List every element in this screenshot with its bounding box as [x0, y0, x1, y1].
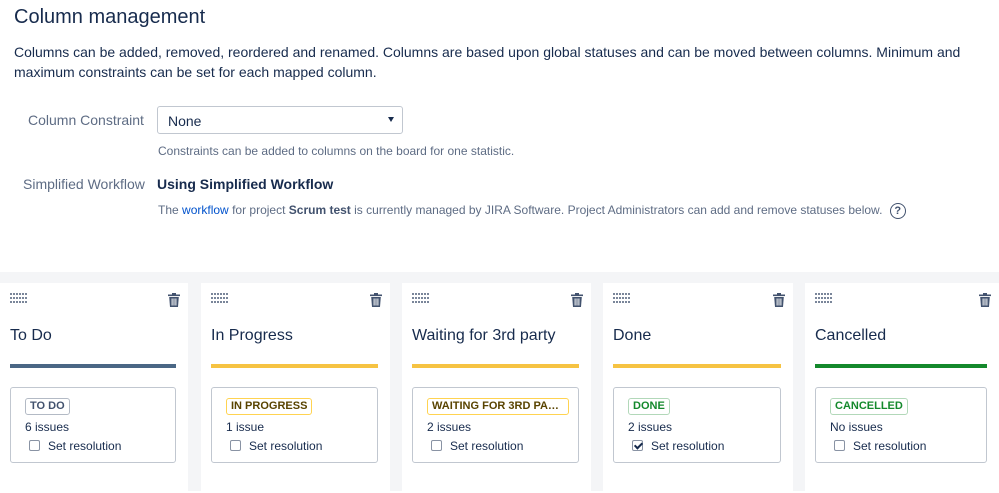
workflow-help-text: The workflow for project Scrum test is c…	[158, 203, 906, 219]
board-column[interactable]: To Do TO DO 6 issues Set resolution	[0, 283, 188, 493]
simplified-workflow-value: Using Simplified Workflow	[157, 176, 334, 192]
set-resolution-label: Set resolution	[651, 439, 725, 453]
status-card[interactable]: TO DO 6 issues Set resolution	[10, 387, 176, 463]
simplified-workflow-label: Simplified Workflow	[23, 176, 145, 192]
set-resolution-label: Set resolution	[853, 439, 927, 453]
set-resolution-checkbox[interactable]	[29, 440, 40, 451]
status-lozenge: WAITING FOR 3RD PARTY	[427, 398, 569, 415]
set-resolution-option[interactable]: Set resolution	[230, 439, 322, 453]
trash-icon[interactable]	[773, 293, 785, 307]
drag-handle-icon[interactable]	[412, 293, 430, 303]
workflow-help-mid: for project	[232, 203, 286, 218]
constraint-help-text: Constraints can be added to columns on t…	[158, 144, 515, 158]
set-resolution-option[interactable]: Set resolution	[29, 439, 121, 453]
board-column[interactable]: Waiting for 3rd party WAITING FOR 3RD PA…	[402, 283, 591, 493]
set-resolution-label: Set resolution	[249, 439, 323, 453]
board-column[interactable]: Done DONE 2 issues Set resolution	[603, 283, 793, 493]
drag-handle-icon[interactable]	[815, 293, 833, 303]
board-column[interactable]: Cancelled CANCELLED No issues Set resolu…	[805, 283, 999, 493]
column-name[interactable]: In Progress	[211, 327, 293, 345]
status-lozenge: IN PROGRESS	[226, 398, 313, 415]
drag-handle-icon[interactable]	[613, 293, 631, 303]
trash-icon[interactable]	[571, 293, 583, 307]
issue-count: No issues	[830, 420, 883, 434]
column-constraint-label: Column Constraint	[28, 112, 144, 128]
column-constraint-value: None	[168, 113, 202, 129]
column-color-bar	[412, 364, 579, 368]
set-resolution-checkbox[interactable]	[632, 440, 643, 451]
board-column[interactable]: In Progress IN PROGRESS 1 issue Set reso…	[201, 283, 390, 493]
question-circle-icon[interactable]: ?	[889, 203, 906, 219]
column-constraint-select[interactable]: None	[157, 106, 403, 134]
set-resolution-checkbox[interactable]	[230, 440, 241, 451]
issue-count: 6 issues	[25, 420, 70, 434]
status-lozenge: DONE	[628, 398, 670, 415]
column-name[interactable]: Cancelled	[815, 327, 886, 345]
issue-count: 2 issues	[427, 420, 472, 434]
issue-count: 2 issues	[628, 420, 673, 434]
trash-icon[interactable]	[168, 293, 180, 307]
column-color-bar	[211, 364, 378, 368]
column-color-bar	[815, 364, 987, 368]
drag-handle-icon[interactable]	[10, 293, 28, 303]
workflow-help-suffix: is currently managed by JIRA Software. P…	[354, 203, 883, 218]
set-resolution-checkbox[interactable]	[834, 440, 845, 451]
status-card[interactable]: CANCELLED No issues Set resolution	[815, 387, 987, 463]
page-title: Column management	[14, 6, 206, 28]
chevron-down-icon	[388, 117, 394, 122]
status-card[interactable]: WAITING FOR 3RD PARTY 2 issues Set resol…	[412, 387, 579, 463]
workflow-help-prefix: The	[158, 203, 179, 218]
column-color-bar	[10, 364, 176, 368]
set-resolution-option[interactable]: Set resolution	[632, 439, 724, 453]
project-name: Scrum test	[288, 203, 351, 218]
set-resolution-label: Set resolution	[450, 439, 524, 453]
set-resolution-label: Set resolution	[48, 439, 122, 453]
status-lozenge: CANCELLED	[830, 398, 908, 415]
intro-text: Columns can be added, removed, reordered…	[14, 44, 961, 80]
set-resolution-option[interactable]: Set resolution	[431, 439, 523, 453]
issue-count: 1 issue	[226, 420, 265, 434]
drag-handle-icon[interactable]	[211, 293, 229, 303]
column-name[interactable]: To Do	[10, 327, 52, 345]
column-board: To Do TO DO 6 issues Set resolution In P…	[0, 272, 999, 493]
status-card[interactable]: DONE 2 issues Set resolution	[613, 387, 781, 463]
column-color-bar	[613, 364, 781, 368]
trash-icon[interactable]	[370, 293, 382, 307]
set-resolution-option[interactable]: Set resolution	[834, 439, 926, 453]
column-name[interactable]: Waiting for 3rd party	[412, 327, 555, 345]
workflow-link[interactable]: workflow	[182, 203, 229, 217]
column-name[interactable]: Done	[613, 327, 651, 345]
trash-icon[interactable]	[979, 293, 991, 307]
set-resolution-checkbox[interactable]	[431, 440, 442, 451]
status-lozenge: TO DO	[25, 398, 70, 415]
status-card[interactable]: IN PROGRESS 1 issue Set resolution	[211, 387, 378, 463]
